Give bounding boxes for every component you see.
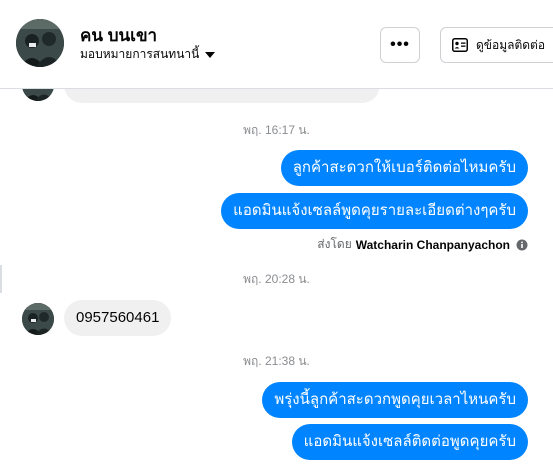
info-icon[interactable]: [516, 239, 528, 251]
view-contact-button[interactable]: ดูข้อมูลติดต่อ: [440, 27, 553, 63]
view-contact-label: ดูข้อมูลติดต่อ: [476, 37, 546, 52]
more-options-button[interactable]: •••: [380, 27, 420, 63]
contact-avatar-small: [22, 303, 54, 335]
outgoing-message[interactable]: ลูกค้าสะดวกให้เบอร์ติดต่อไหมครับ: [280, 150, 528, 186]
more-dots-icon: •••: [390, 36, 410, 53]
assign-conversation-label: มอบหมายการสนทนานี้: [80, 47, 200, 61]
caret-down-icon: [205, 51, 216, 58]
contact-avatar-small: [22, 89, 54, 101]
outgoing-message[interactable]: แอดมินแจ้งเซลล์ติดต่อพูดคุยครับ: [291, 424, 528, 460]
incoming-message[interactable]: 0957560461: [64, 300, 172, 336]
sent-by-label: ส่งโดย Watcharin Chanpanyachon: [317, 235, 528, 254]
chat-header: คน บนเขา มอบหมายการสนทนานี้ ••• ดูข้อมูล…: [0, 0, 553, 89]
incoming-message-partial: [64, 89, 380, 103]
assign-conversation-dropdown[interactable]: มอบหมายการสนทนานี้: [80, 45, 216, 64]
outgoing-message[interactable]: พรุ่งนี้ลูกค้าสะดวกพูดคุยเวลาไหนครับ: [262, 382, 528, 418]
timestamp: พฤ. 20:28 น.: [243, 272, 310, 286]
timestamp: พฤ. 21:38 น.: [243, 354, 310, 368]
sent-by-prefix: ส่งโดย: [317, 237, 352, 251]
contact-card-icon: [452, 38, 468, 52]
message-thread[interactable]: พฤ. 16:17 น. ลูกค้าสะดวกให้เบอร์ติดต่อไห…: [0, 89, 553, 467]
outgoing-message[interactable]: แอดมินแจ้งเซลล์พูดคุยรายละเอียดต่างๆครับ: [221, 193, 528, 229]
contact-avatar[interactable]: [16, 19, 64, 67]
sent-by-name: Watcharin Chanpanyachon: [355, 237, 510, 252]
timestamp: พฤ. 16:17 น.: [243, 123, 310, 137]
